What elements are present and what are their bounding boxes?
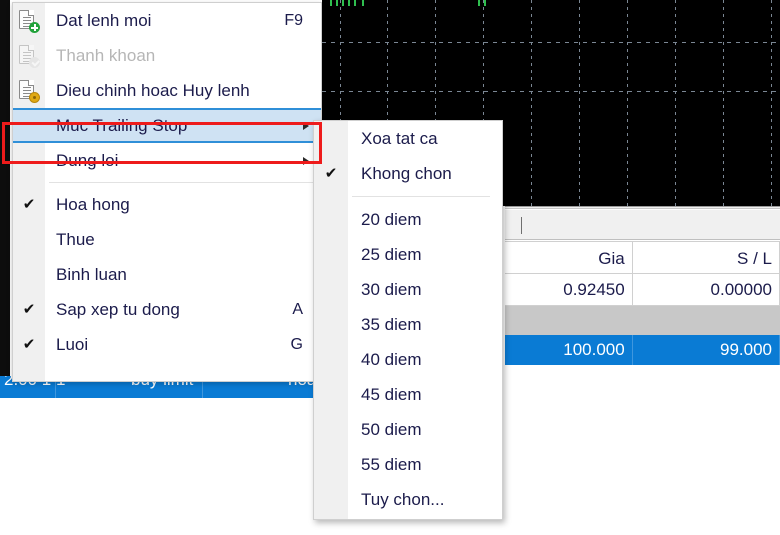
- submenu-separator: [352, 196, 490, 197]
- context-menu[interactable]: Dat lenh moi F9 Thanh khoan Dieu chinh h…: [12, 2, 322, 382]
- submenu-item-label: 20 diem: [361, 209, 422, 229]
- menu-item-icon-slot: [13, 257, 45, 292]
- menu-item-luoi[interactable]: ✔ Luoi G: [13, 327, 321, 362]
- menu-item-icon-slot: [13, 108, 45, 143]
- menu-item-icon-slot: [13, 143, 45, 178]
- submenu-item-40-diem[interactable]: 40 diem: [314, 342, 502, 377]
- menu-item-label: Thanh khoan: [56, 45, 156, 65]
- menu-item-label: Thue: [56, 229, 95, 249]
- check-icon: ✔: [13, 292, 45, 327]
- table-row-selected[interactable]: 100.000 99.000: [505, 335, 780, 365]
- check-glyph: ✔: [22, 196, 36, 213]
- chart-tick-marks: [322, 0, 780, 6]
- check-glyph: ✔: [22, 336, 36, 353]
- check-icon: ✔: [13, 327, 45, 362]
- submenu-item-55-diem[interactable]: 55 diem: [314, 447, 502, 482]
- submenu-item-label: 35 diem: [361, 314, 422, 334]
- table-header-row: Gia S / L: [505, 241, 780, 274]
- table-row-separator: [505, 306, 780, 335]
- menu-separator: [49, 182, 321, 183]
- submenu-item-20-diem[interactable]: 20 diem: [314, 202, 502, 237]
- cell-gia-empty: [505, 306, 633, 335]
- submenu-item-label: 50 diem: [361, 419, 422, 439]
- chevron-right-icon: [303, 121, 309, 130]
- check-icon: ✔: [13, 187, 45, 222]
- menu-item-label: Luoi: [56, 334, 89, 354]
- submenu-item-45-diem[interactable]: 45 diem: [314, 377, 502, 412]
- cell-sl: 0.00000: [633, 274, 780, 305]
- trailing-stop-submenu[interactable]: Xoa tat ca ✔ Khong chon 20 diem 25 diem …: [313, 120, 503, 520]
- menu-item-label: Dung loi: [56, 150, 119, 170]
- submenu-item-label: Xoa tat ca: [361, 128, 438, 148]
- menu-item-dung-loi[interactable]: Dung loi: [13, 143, 321, 178]
- menu-item-shortcut: F9: [284, 11, 303, 29]
- menu-item-binh-luan[interactable]: Binh luan: [13, 257, 321, 292]
- trade-panel: Gia S / L 0.92450 0.00000 100.000 99.000: [505, 206, 780, 535]
- screen-root: Gia S / L 0.92450 0.00000 100.000 99.000…: [0, 0, 780, 535]
- submenu-item-label: 40 diem: [361, 349, 422, 369]
- submenu-item-xoa-tat-ca[interactable]: Xoa tat ca: [314, 121, 502, 156]
- table-row[interactable]: 0.92450 0.00000: [505, 274, 780, 306]
- column-header-sl[interactable]: S / L: [633, 242, 780, 273]
- submenu-item-30-diem[interactable]: 30 diem: [314, 272, 502, 307]
- text-caret: [521, 217, 522, 234]
- chart-left-edge: [0, 0, 10, 376]
- context-menu-list: Dat lenh moi F9 Thanh khoan Dieu chinh h…: [13, 3, 321, 362]
- submenu-item-tuy-chon[interactable]: Tuy chon...: [314, 482, 502, 517]
- submenu-item-label: 30 diem: [361, 279, 422, 299]
- document-gear-icon: [13, 73, 45, 108]
- menu-item-label: Binh luan: [56, 264, 127, 284]
- menu-item-sap-xep-tu-dong[interactable]: ✔ Sap xep tu dong A: [13, 292, 321, 327]
- menu-item-muc-trailing-stop[interactable]: Muc Trailing Stop: [13, 108, 321, 143]
- menu-item-label: Sap xep tu dong: [56, 299, 180, 319]
- menu-item-label: Muc Trailing Stop: [56, 115, 188, 135]
- column-header-gia[interactable]: Gia: [505, 242, 633, 273]
- menu-item-thanh-khoan: Thanh khoan: [13, 38, 321, 73]
- document-check-icon: [13, 38, 45, 73]
- cell-gia: 0.92450: [505, 274, 633, 305]
- menu-item-hoa-hong[interactable]: ✔ Hoa hong: [13, 187, 321, 222]
- menu-item-icon-slot: [13, 222, 45, 257]
- submenu-item-label: Tuy chon...: [361, 489, 445, 509]
- cell-gia-selected: 100.000: [505, 335, 633, 365]
- submenu-item-label: Khong chon: [361, 163, 452, 183]
- orders-table: Gia S / L 0.92450 0.00000 100.000 99.000: [505, 241, 780, 365]
- submenu-item-label: 25 diem: [361, 244, 422, 264]
- document-add-icon: [13, 3, 45, 38]
- cell-sl-empty: [633, 306, 780, 335]
- menu-item-label: Dat lenh moi: [56, 10, 152, 30]
- submenu-item-label: 55 diem: [361, 454, 422, 474]
- submenu-item-35-diem[interactable]: 35 diem: [314, 307, 502, 342]
- panel-divider: [505, 206, 780, 209]
- check-glyph: ✔: [324, 165, 338, 182]
- chevron-right-icon: [303, 156, 309, 165]
- menu-item-dieu-chinh-hoac-huy-lenh[interactable]: Dieu chinh hoac Huy lenh: [13, 73, 321, 108]
- cell-sl-selected: 99.000: [633, 335, 780, 365]
- submenu-item-50-diem[interactable]: 50 diem: [314, 412, 502, 447]
- check-icon: ✔: [314, 166, 348, 181]
- submenu-item-label: 45 diem: [361, 384, 422, 404]
- check-glyph: ✔: [22, 301, 36, 318]
- submenu-item-25-diem[interactable]: 25 diem: [314, 237, 502, 272]
- panel-toolbar[interactable]: [505, 210, 780, 240]
- menu-item-label: Dieu chinh hoac Huy lenh: [56, 80, 250, 100]
- menu-item-dat-lenh-moi[interactable]: Dat lenh moi F9: [13, 3, 321, 38]
- menu-item-thue[interactable]: Thue: [13, 222, 321, 257]
- menu-item-label: Hoa hong: [56, 194, 130, 214]
- submenu-item-khong-chon[interactable]: ✔ Khong chon: [314, 156, 502, 191]
